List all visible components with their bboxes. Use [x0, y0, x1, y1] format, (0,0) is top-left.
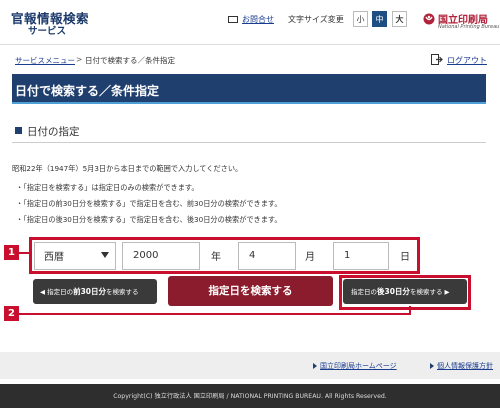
link-arrow-icon	[430, 363, 434, 369]
era-select-value: 西暦	[44, 252, 64, 263]
breadcrumb-service-menu-link[interactable]: サービスメニュー	[15, 55, 75, 66]
chevron-down-icon	[101, 252, 109, 258]
breadcrumb-current: 日付で検索する／条件指定	[85, 56, 175, 65]
bureau-name-english: National Printing Bureau	[438, 24, 500, 30]
mail-icon	[228, 16, 238, 23]
day-input[interactable]: 1	[333, 242, 389, 270]
callout-marker-2: 2	[4, 306, 19, 321]
contact-link[interactable]: お問合せ	[242, 14, 274, 25]
breadcrumb-separator: >	[76, 55, 83, 64]
month-input[interactable]: 4	[238, 242, 296, 270]
copyright-text: Copyright(C) 独立行政法人 国立印刷局 / NATIONAL PRI…	[113, 393, 387, 400]
year-unit-label: 年	[211, 252, 221, 263]
callout-marker-1: 1	[4, 245, 19, 260]
logout-link[interactable]: ログアウト	[447, 55, 487, 66]
footer-links-bar	[0, 352, 500, 379]
prev-button-emphasis: 前30日分	[73, 287, 107, 296]
prev-button-prefix: 指定日の	[47, 288, 74, 296]
callout-line	[18, 252, 29, 254]
section-divider	[12, 142, 486, 143]
right-arrow-icon: ▶	[444, 288, 450, 296]
left-arrow-icon: ◀	[40, 288, 45, 296]
month-unit-label: 月	[305, 252, 315, 263]
prev-button-suffix: を検索する	[106, 288, 139, 296]
footer-homepage-link[interactable]: 国立印刷局ホームページ	[320, 361, 397, 371]
instruction-bullet: ・「指定日の前30日分を検索する」で指定日を含む、前30日分の検索ができます。	[16, 199, 282, 208]
font-size-large-button[interactable]: 大	[392, 11, 407, 27]
search-previous-30-days-button[interactable]: ◀ 指定日の前30日分を検索する	[33, 279, 157, 304]
next-button-emphasis: 後30日分	[377, 287, 410, 296]
font-size-medium-button[interactable]: 中	[372, 11, 387, 27]
search-date-button[interactable]: 指定日を検索する	[168, 276, 333, 306]
callout-line	[409, 306, 411, 315]
logout-icon[interactable]	[431, 54, 443, 65]
link-arrow-icon	[313, 363, 317, 369]
font-size-label: 文字サイズ変更	[288, 15, 344, 24]
year-input[interactable]: 2000	[122, 242, 200, 270]
section-title: 日付の指定	[27, 126, 80, 138]
instruction-bullet: ・「指定日の後30日分を検索する」で指定日を含む、後30日分の検索ができます。	[16, 215, 282, 224]
day-unit-label: 日	[400, 252, 410, 263]
font-size-small-button[interactable]: 小	[353, 11, 368, 27]
page-title: 日付で検索する／条件指定	[15, 84, 160, 98]
search-next-30-days-button[interactable]: 指定日の後30日分を検索する ▶	[343, 279, 467, 304]
bureau-emblem-icon	[423, 13, 435, 25]
next-button-suffix: を検索する	[409, 288, 443, 296]
site-logo-subtitle: サービス	[28, 26, 67, 37]
instruction-bullet: ・「指定日を検索する」は指定日のみの検索ができます。	[16, 183, 199, 192]
section-bullet-icon	[15, 127, 22, 134]
callout-line	[18, 313, 411, 315]
next-button-prefix: 指定日の	[351, 288, 377, 296]
date-range-instruction: 昭和22年（1947年）5月3日から本日までの範囲で入力してください。	[12, 164, 243, 173]
footer-privacy-link[interactable]: 個人情報保護方針	[437, 361, 493, 371]
